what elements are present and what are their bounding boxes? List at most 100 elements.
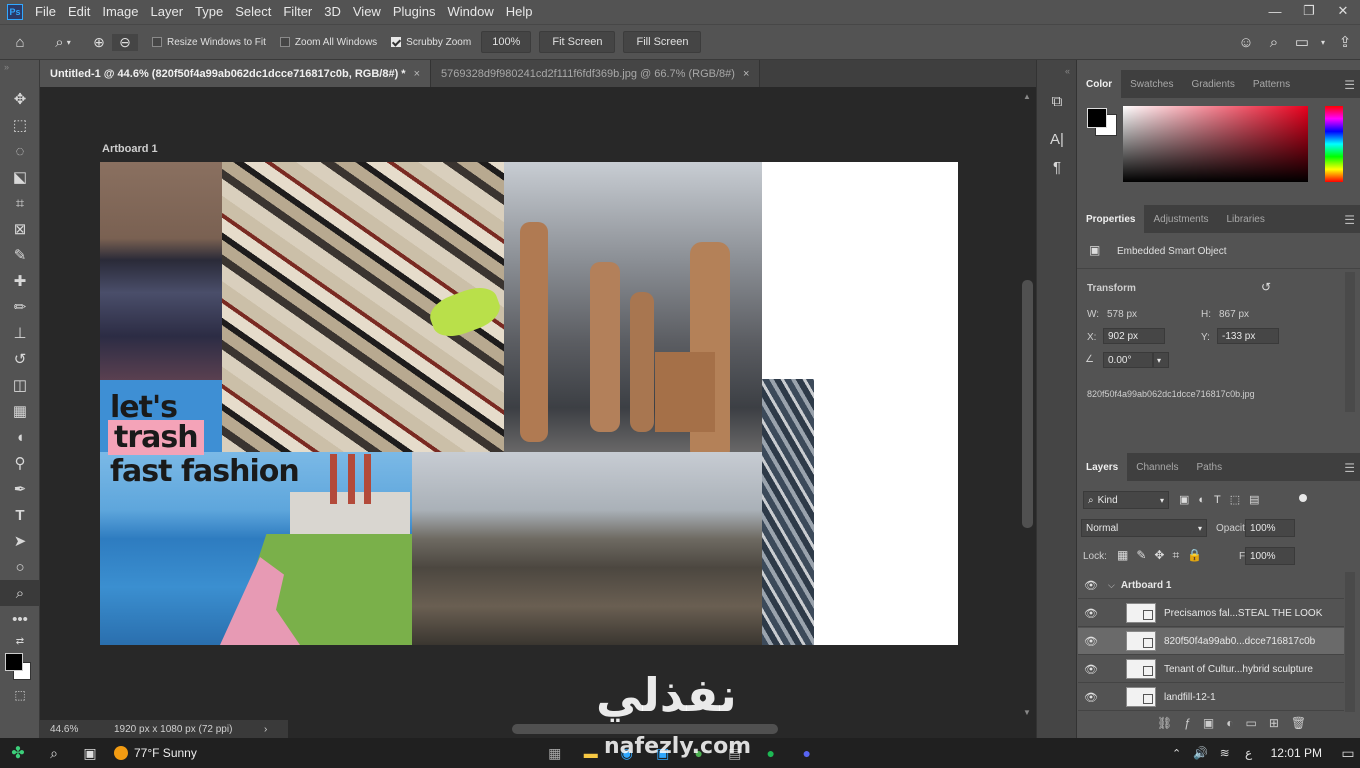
menu-select[interactable]: Select — [229, 0, 277, 24]
layer-actions-bar[interactable]: ⛓ƒ▣◐▭⊞🗑 — [1157, 716, 1318, 730]
more-tools-icon[interactable]: ••• — [0, 606, 40, 632]
wifi-icon[interactable]: ≋ — [1213, 738, 1237, 768]
horizontal-scroll-thumb[interactable] — [512, 724, 778, 734]
search-icon[interactable]: ⌕ — [1260, 34, 1288, 51]
discord-icon[interactable]: ● — [789, 738, 825, 768]
zoom-all-windows-checkbox[interactable]: Zoom All Windows — [279, 37, 377, 48]
fit-screen-button[interactable]: Fit Screen — [539, 31, 616, 53]
history-brush-tool-icon[interactable]: ↺ — [0, 346, 40, 372]
zoom-in-icon[interactable]: ⊕ — [86, 34, 112, 51]
opacity-input[interactable]: 100% — [1245, 519, 1295, 537]
tab-swatches[interactable]: Swatches — [1121, 70, 1182, 98]
object-select-tool-icon[interactable]: ⬕ — [0, 164, 40, 190]
tab-jpg-document[interactable]: 5769328d9f980241cd2f111f6fdf369b.jpg @ 6… — [431, 60, 761, 87]
tab-color[interactable]: Color — [1077, 70, 1122, 98]
brush-tool-icon[interactable]: ✏ — [0, 294, 40, 320]
collapse-arrows-icon[interactable]: » — [0, 60, 39, 86]
menu-plugins[interactable]: Plugins — [387, 0, 442, 24]
move-tool-icon[interactable]: ✥ — [0, 86, 40, 112]
status-zoom[interactable]: 44.6% — [50, 724, 110, 735]
app-icon[interactable]: ▤ — [717, 738, 753, 768]
eye-icon[interactable]: 👁 — [1078, 579, 1104, 592]
menu-file[interactable]: File — [29, 0, 62, 24]
fill-screen-button[interactable]: Fill Screen — [623, 31, 702, 53]
weather-widget[interactable]: 77°F Sunny — [114, 746, 197, 760]
eye-icon[interactable]: 👁 — [1078, 635, 1104, 648]
tab-layers[interactable]: Layers — [1077, 453, 1128, 481]
tab-gradients[interactable]: Gradients — [1182, 70, 1243, 98]
restore-button[interactable]: ❐ — [1292, 0, 1326, 22]
start-icon[interactable]: ✤ — [0, 738, 36, 768]
checkbox-box[interactable] — [279, 37, 290, 47]
tab-untitled-1[interactable]: Untitled-1 @ 44.6% (820f50f4a99ab062dc1d… — [40, 60, 432, 87]
eye-icon[interactable]: 👁 — [1078, 607, 1104, 620]
tab-properties[interactable]: Properties — [1077, 205, 1145, 233]
menu-help[interactable]: Help — [500, 0, 539, 24]
menu-layer[interactable]: Layer — [145, 0, 190, 24]
tab-adjustments[interactable]: Adjustments — [1144, 205, 1217, 233]
lasso-tool-icon[interactable]: ◌ — [0, 138, 40, 164]
pen-tool-icon[interactable]: ✒ — [0, 476, 40, 502]
share-icon[interactable]: ⇪ — [1330, 33, 1360, 51]
tab-patterns[interactable]: Patterns — [1244, 70, 1299, 98]
collapse-arrows-icon[interactable]: « — [1037, 60, 1076, 86]
checkbox-box-checked[interactable] — [391, 37, 402, 47]
layer-filter-icons[interactable]: ▣◐T⬚▤ — [1179, 493, 1269, 506]
x-input[interactable]: 902 px — [1103, 328, 1165, 344]
color-field-picker[interactable] — [1123, 106, 1308, 182]
workspace-icon[interactable]: ▭ — [1288, 33, 1316, 51]
angle-input[interactable]: 0.00° — [1103, 352, 1153, 368]
lock-icons[interactable]: ▦✎✥⌗🔒 — [1117, 548, 1210, 563]
menu-filter[interactable]: Filter — [277, 0, 318, 24]
language-indicator[interactable]: ع — [1237, 738, 1261, 768]
foreground-color-swatch[interactable] — [1087, 108, 1107, 128]
artboard[interactable]: let's trash fast fashion — [100, 162, 958, 645]
cloud-user-icon[interactable]: ☺ — [1232, 34, 1260, 51]
vertical-scroll-thumb[interactable] — [1022, 280, 1033, 528]
reset-transform-icon[interactable]: ↺ — [1261, 280, 1271, 294]
tab-paths[interactable]: Paths — [1188, 453, 1232, 481]
color-swatches[interactable] — [0, 650, 40, 684]
zoom-out-icon[interactable]: ⊖ — [112, 33, 138, 51]
gradient-tool-icon[interactable]: ▦ — [0, 398, 40, 424]
store-icon[interactable]: ▦ — [537, 738, 573, 768]
filter-toggle-icon[interactable] — [1299, 494, 1307, 502]
panel-menu-icon[interactable]: ☰ — [1344, 78, 1355, 92]
healing-brush-tool-icon[interactable]: ✚ — [0, 268, 40, 294]
tab-close-icon[interactable]: × — [414, 68, 420, 80]
type-tool-icon[interactable]: T — [0, 502, 40, 528]
quick-mask-icon[interactable]: ⬚ — [0, 684, 40, 706]
y-input[interactable]: -133 px — [1217, 328, 1279, 344]
file-explorer-icon[interactable]: ▬ — [573, 738, 609, 768]
menu-edit[interactable]: Edit — [62, 0, 96, 24]
ellipse-tool-icon[interactable]: ○ — [0, 554, 40, 580]
scroll-down-arrow-icon[interactable]: ▼ — [1023, 708, 1031, 717]
properties-scrollbar[interactable] — [1345, 272, 1355, 412]
character-panel-icon[interactable]: A| — [1037, 124, 1077, 154]
menu-type[interactable]: Type — [189, 0, 229, 24]
scrubby-zoom-checkbox[interactable]: Scrubby Zoom — [391, 37, 471, 48]
hue-slider[interactable] — [1325, 106, 1343, 182]
home-icon[interactable]: ⌂ — [0, 34, 40, 51]
foreground-color-swatch[interactable] — [5, 653, 23, 671]
layer-row-tenant[interactable]: 👁 Tenant of Cultur...hybrid sculpture — [1078, 656, 1344, 683]
status-arrow-icon[interactable]: › — [264, 724, 267, 735]
zoom-tool-icon[interactable]: ⌕ — [0, 580, 40, 606]
layer-row-precisamos[interactable]: 👁 Precisamos fal...STEAL THE LOOK — [1078, 600, 1344, 627]
swap-colors-icon[interactable]: ⇄ — [0, 632, 40, 650]
tray-chevron-icon[interactable]: ⌃ — [1165, 738, 1189, 768]
eye-icon[interactable]: 👁 — [1078, 691, 1104, 704]
eyedropper-tool-icon[interactable]: ✎ — [0, 242, 40, 268]
layer-row-landfill[interactable]: 👁 landfill-12-1 — [1078, 684, 1344, 711]
angle-dropdown-icon[interactable]: ▾ — [1153, 352, 1169, 368]
minimize-button[interactable]: — — [1258, 0, 1292, 22]
panel-menu-icon[interactable]: ☰ — [1344, 213, 1355, 227]
chevron-down-icon[interactable]: ⌵ — [1108, 580, 1115, 591]
dodge-tool-icon[interactable]: ⚲ — [0, 450, 40, 476]
zoom-percent-field[interactable]: 100% — [481, 31, 532, 53]
path-selection-tool-icon[interactable]: ➤ — [0, 528, 40, 554]
menu-view[interactable]: View — [347, 0, 387, 24]
scroll-up-arrow-icon[interactable]: ▲ — [1023, 92, 1031, 101]
layer-row-820f50[interactable]: 👁 820f50f4a99ab0...dcce716817c0b — [1078, 628, 1344, 655]
menu-window[interactable]: Window — [441, 0, 499, 24]
